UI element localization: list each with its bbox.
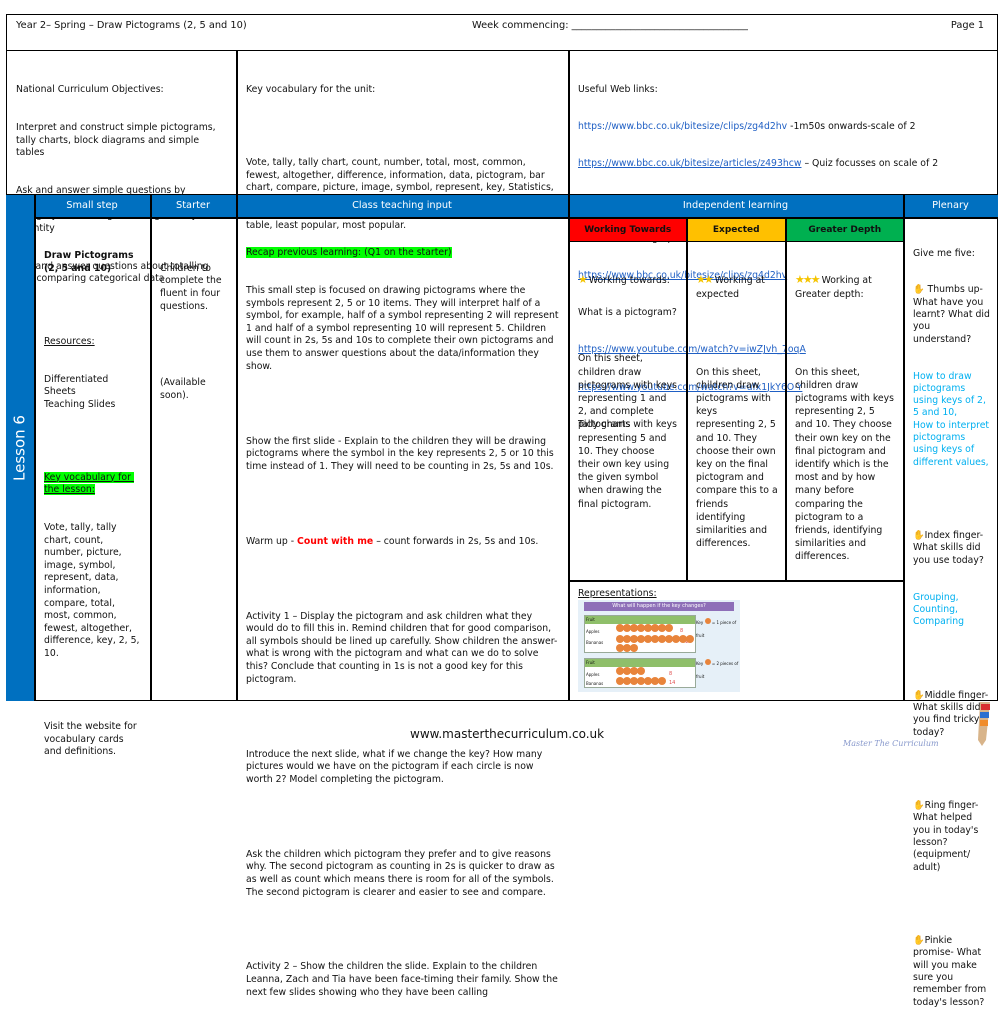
warm-up-prefix: Warm up - [246,535,298,547]
pinkie-prompt: Pinkie promise- What will you make sure … [913,935,990,1008]
star-icon: ★ [578,273,588,287]
web-links-heading: Useful Web links: [578,83,658,95]
page-title: Year 2– Spring – Draw Pictograms (2, 5 a… [16,20,247,31]
pictogram-symbol [686,635,694,643]
link-note: – Quiz focusses on scale of 2 [801,158,939,170]
small-step-cell: Draw Pictograms (2, 5 and 10) Resources:… [36,221,150,775]
tier-text: On this sheet, children draw pictograms … [578,353,680,510]
pictogram-table-1: Fruit Apples Bananas 8 14 [584,615,696,653]
teaching-paragraph: This small step is focused on drawing pi… [246,284,562,372]
pictogram-symbol [665,624,673,632]
warm-up: Warm up - Count with me – count forwards… [246,536,560,549]
starter-note: (Available soon). [160,376,209,401]
star-icon: ★★★ [795,273,821,287]
tier-heading: Working towards: [588,275,670,287]
tier-text: On this sheet, children draw pictograms … [795,366,897,563]
logo-text: Master The Curriculum [843,739,939,748]
footer-url[interactable]: www.masterthecurriculum.co.uk [410,728,604,741]
row-label: Bananas [586,640,604,645]
tier-header-greater-depth: Greater Depth [786,218,903,241]
key-2-label: Key = 2 pieces of fruit [696,659,739,679]
representation-image: What will happen if the key changes? Fru… [578,600,740,692]
circle-icon [704,659,711,665]
teaching-paragraph: Introduce the next slide, what if we cha… [246,748,546,785]
teaching-paragraph: Activity 1 – Display the pictogram and a… [246,610,561,685]
pictogram-symbol [637,667,645,675]
tier-header-expected: Expected [687,218,785,241]
objective-item: Interpret and construct simple pictogram… [16,121,219,159]
link-note: -1m50s onwards-scale of 2 [787,121,916,133]
header-row: Year 2– Spring – Draw Pictograms (2, 5 a… [6,14,998,51]
plenary-cell: Give me five: ✋ Thumbs up- What have you… [905,221,998,1023]
index-finger-answer: Grouping, Counting, Comparing [913,591,965,628]
thumbs-up-prompt: Thumbs up- What have you learnt? What di… [913,284,993,345]
column-header-small-step: Small step [34,195,150,217]
resources-list: Differentiated Sheets Teaching Slides [44,373,116,410]
column-header-starter: Starter [150,195,236,217]
unit-vocab-heading: Key vocabulary for the unit: [246,84,376,96]
row-header: Fruit [586,660,595,665]
tier-header-working-towards: Working Towards [569,218,686,241]
starter-cell: Children to complete the fluent in four … [152,233,236,419]
warm-up-suffix: – count forwards in 2s, 5s and 10s. [373,535,539,547]
hand-icon: ✋ [913,689,925,701]
hand-icon: ✋ [913,935,925,947]
teaching-paragraph: Show the first slide - Explain to the ch… [246,435,557,472]
value-label: 14 [669,680,676,686]
page-number: Page 1 [950,20,984,31]
pictogram-symbol [630,644,638,652]
teaching-paragraph: Activity 2 – Show the children the slide… [246,961,561,998]
starter-text: Children to complete the fluent in four … [160,262,225,312]
small-step-title: Draw Pictograms (2, 5 and 10) [44,250,137,274]
hand-icon: ✋ [913,800,925,812]
thumbs-up-answer: How to draw pictograms using keys of 2, … [913,370,990,468]
circle-icon [704,618,711,624]
tier-working-towards: ★ Working towards: On this sheet, childr… [570,243,686,528]
key-1-label: Key = 1 piece of fruit [696,618,737,638]
tier-text: On this sheet, children draw pictograms … [696,366,781,550]
pencil-logo-icon [978,702,990,746]
index-finger-prompt: Index finger- What skills did you use to… [913,530,987,566]
row-header: Fruit [586,617,595,622]
hand-icon: ✋ [913,284,925,296]
hand-icon: ✋ [913,530,925,542]
week-commencing: Week commencing: _______________________… [472,20,748,31]
visit-website-note: Visit the website for vocabulary cards a… [44,720,140,758]
lesson-vocab-label: Key vocabulary for the lesson: [44,471,134,496]
teaching-paragraph: Ask the children which pictogram they pr… [246,848,558,898]
resources-label: Resources: [44,335,95,347]
objectives-heading: National Curriculum Objectives: [16,84,164,96]
plenary-intro: Give me five: [913,247,975,259]
bbc-clip-link[interactable]: https://www.bbc.co.uk/bitesize/clips/zg4… [578,121,787,132]
bbc-article-link[interactable]: https://www.bbc.co.uk/bitesize/articles/… [578,158,801,169]
class-teaching-cell: Recap previous learning: (Q1 on the star… [238,220,568,1014]
pictogram-symbol [658,677,666,685]
recap-label: Recap previous learning: (Q1 on the star… [246,247,452,259]
lesson-tab: Lesson 6 [6,195,34,701]
tier-expected: ★★ Working at expected On this sheet, ch… [688,243,786,568]
column-header-independent: Independent learning [568,195,903,217]
column-header-class-teaching: Class teaching input [236,195,568,217]
lesson-label: Lesson 6 [10,415,29,481]
tier-greater-depth: ★★★ Working at Greater depth: On this sh… [787,243,903,581]
column-header-plenary: Plenary [903,195,998,217]
count-with-me: Count with me [297,535,374,547]
star-icon: ★★ [696,273,714,287]
slide-title: What will happen if the key changes? [584,602,734,611]
row-label: Bananas [586,681,604,686]
lesson-vocab-text: Vote, tally, tally chart, count, number,… [44,522,143,659]
